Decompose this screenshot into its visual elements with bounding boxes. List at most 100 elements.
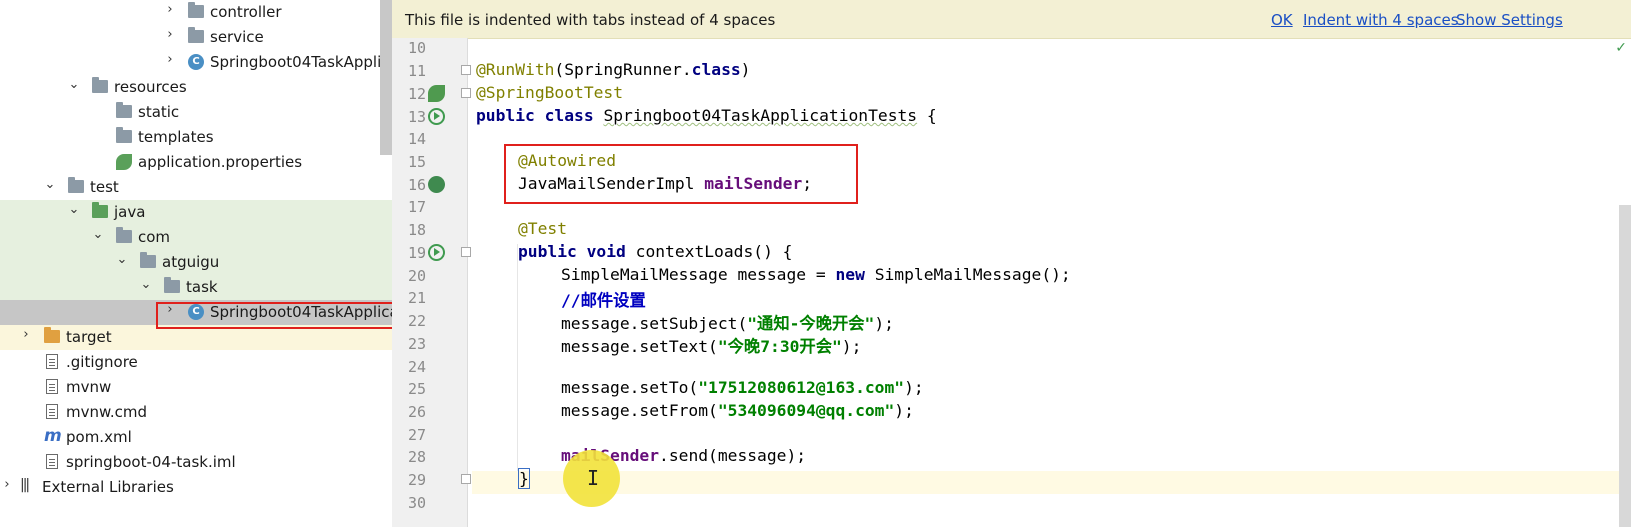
project-tree: › controller › service › C Springboot04T… xyxy=(0,0,392,527)
keyword: public class xyxy=(476,106,604,125)
line-number: 12 xyxy=(407,85,426,103)
chevron-down-icon[interactable]: ⌄ xyxy=(115,253,129,267)
fold-marker-icon[interactable] xyxy=(461,247,471,257)
code-text: message.setTo( xyxy=(561,378,699,397)
fold-marker-icon[interactable] xyxy=(461,65,471,75)
run-test-icon[interactable] xyxy=(428,244,445,261)
tree-item-label: application.properties xyxy=(138,153,303,171)
chevron-down-icon[interactable]: ⌄ xyxy=(67,78,81,92)
folder-icon xyxy=(116,127,132,143)
tree-item-label: controller xyxy=(210,3,282,21)
tree-item-test[interactable]: ⌄ test xyxy=(0,175,392,200)
tree-item-iml[interactable]: springboot-04-task.iml xyxy=(0,450,392,475)
tree-scrollbar[interactable] xyxy=(380,0,392,155)
tree-item-gitignore[interactable]: .gitignore xyxy=(0,350,392,375)
code-comment: //邮件设置 xyxy=(561,291,646,310)
tree-item-application-class[interactable]: › C Springboot04TaskApplicat xyxy=(0,50,392,75)
editor-scrollbar[interactable] xyxy=(1619,205,1631,527)
code-area[interactable]: @RunWith(SpringRunner.class) @SpringBoot… xyxy=(472,38,1631,527)
chevron-right-icon[interactable]: › xyxy=(0,478,14,492)
tree-item-label: com xyxy=(138,228,171,246)
code-text: SimpleMailMessage message = xyxy=(561,265,836,284)
line-number: 19 xyxy=(407,244,426,262)
code-text: .send(message); xyxy=(659,446,807,465)
tree-item-controller[interactable]: › controller xyxy=(0,0,392,25)
ok-link[interactable]: OK xyxy=(1271,11,1293,29)
tree-item-templates[interactable]: templates xyxy=(0,125,392,150)
tree-item-label: pom.xml xyxy=(66,428,132,446)
spring-test-icon xyxy=(428,85,445,102)
chevron-down-icon[interactable]: ⌄ xyxy=(91,228,105,242)
tree-item-service[interactable]: › service xyxy=(0,25,392,50)
show-settings-link[interactable]: Show Settings xyxy=(1456,11,1563,29)
code-text: (SpringRunner. xyxy=(554,60,692,79)
package-icon xyxy=(140,252,156,268)
chevron-right-icon[interactable]: › xyxy=(163,53,177,67)
code-text: SimpleMailMessage(); xyxy=(874,265,1071,284)
string-literal: "通知-今晚开会" xyxy=(747,314,875,333)
file-icon xyxy=(46,454,58,469)
current-line-highlight xyxy=(472,471,1631,494)
line-number: 25 xyxy=(407,380,426,398)
annotation: @RunWith xyxy=(476,60,555,79)
file-icon xyxy=(46,404,58,419)
keyword: public void xyxy=(518,242,636,261)
tree-item-static[interactable]: static xyxy=(0,100,392,125)
tree-item-java[interactable]: ⌄ java xyxy=(0,200,392,225)
inspection-ok-icon[interactable]: ✓ xyxy=(1615,40,1627,56)
chevron-right-icon[interactable]: › xyxy=(163,28,177,42)
code-line-19: public void contextLoads() { xyxy=(518,242,792,265)
code-line-22: message.setSubject("通知-今晚开会"); xyxy=(561,310,894,333)
code-line-25: message.setTo("17512080612@163.com"); xyxy=(561,378,924,401)
run-test-icon[interactable] xyxy=(428,108,445,125)
annotation: @Test xyxy=(518,219,568,238)
code-text: message.setText( xyxy=(561,337,718,356)
line-number: 30 xyxy=(407,494,426,512)
code-line-11: @RunWith(SpringRunner.class) xyxy=(476,60,750,83)
tree-item-label: springboot-04-task.iml xyxy=(66,453,236,471)
resources-folder-icon xyxy=(92,77,108,93)
tree-item-pom[interactable]: m pom.xml xyxy=(0,425,392,450)
chevron-down-icon[interactable]: ⌄ xyxy=(67,203,81,217)
chevron-right-icon[interactable]: › xyxy=(163,3,177,17)
test-source-folder-icon xyxy=(92,202,108,218)
highlight-box xyxy=(504,144,858,204)
code-text: ); xyxy=(904,378,924,397)
tree-item-mvnw[interactable]: mvnw xyxy=(0,375,392,400)
banner-message: This file is indented with tabs instead … xyxy=(405,11,776,29)
code-text: ); xyxy=(841,337,862,356)
code-text: message.setFrom( xyxy=(561,401,718,420)
indent-with-spaces-link[interactable]: Indent with 4 spaces xyxy=(1303,11,1459,29)
tree-item-external-libraries[interactable]: › ||| External Libraries xyxy=(0,475,392,500)
code-text: ); xyxy=(894,401,914,420)
line-number: 18 xyxy=(407,221,426,239)
code-line-23: message.setText("今晚7:30开会"); xyxy=(561,333,861,356)
code-text: ); xyxy=(874,314,894,333)
chevron-down-icon[interactable]: ⌄ xyxy=(139,278,153,292)
chevron-down-icon[interactable]: ⌄ xyxy=(43,178,57,192)
closing-brace: } xyxy=(518,468,530,489)
package-icon xyxy=(116,227,132,243)
indent-notification-banner: This file is indented with tabs instead … xyxy=(392,0,1631,39)
tree-item-mvnw-cmd[interactable]: mvnw.cmd xyxy=(0,400,392,425)
tree-item-com[interactable]: ⌄ com xyxy=(0,225,392,250)
fold-marker-icon[interactable] xyxy=(461,474,471,484)
tree-item-application-properties[interactable]: application.properties xyxy=(0,150,392,175)
code-text: ) xyxy=(740,60,751,79)
line-number: 29 xyxy=(407,471,426,489)
tree-item-resources[interactable]: ⌄ resources xyxy=(0,75,392,100)
tree-item-atguigu[interactable]: ⌄ atguigu xyxy=(0,250,392,275)
tree-item-label: templates xyxy=(138,128,214,146)
spring-properties-icon xyxy=(116,154,132,170)
tree-item-task[interactable]: ⌄ task xyxy=(0,275,392,300)
autowired-bean-icon[interactable] xyxy=(428,176,445,193)
maven-icon: m xyxy=(44,426,62,446)
code-text: contextLoads() { xyxy=(635,242,793,261)
line-number: 10 xyxy=(407,39,426,57)
fold-marker-icon[interactable] xyxy=(461,88,471,98)
chevron-right-icon[interactable]: › xyxy=(19,328,33,342)
line-number: 24 xyxy=(407,358,426,376)
code-line-26: message.setFrom("534096094@qq.com"); xyxy=(561,401,914,424)
tree-item-label: task xyxy=(186,278,218,296)
line-number: 21 xyxy=(407,289,426,307)
